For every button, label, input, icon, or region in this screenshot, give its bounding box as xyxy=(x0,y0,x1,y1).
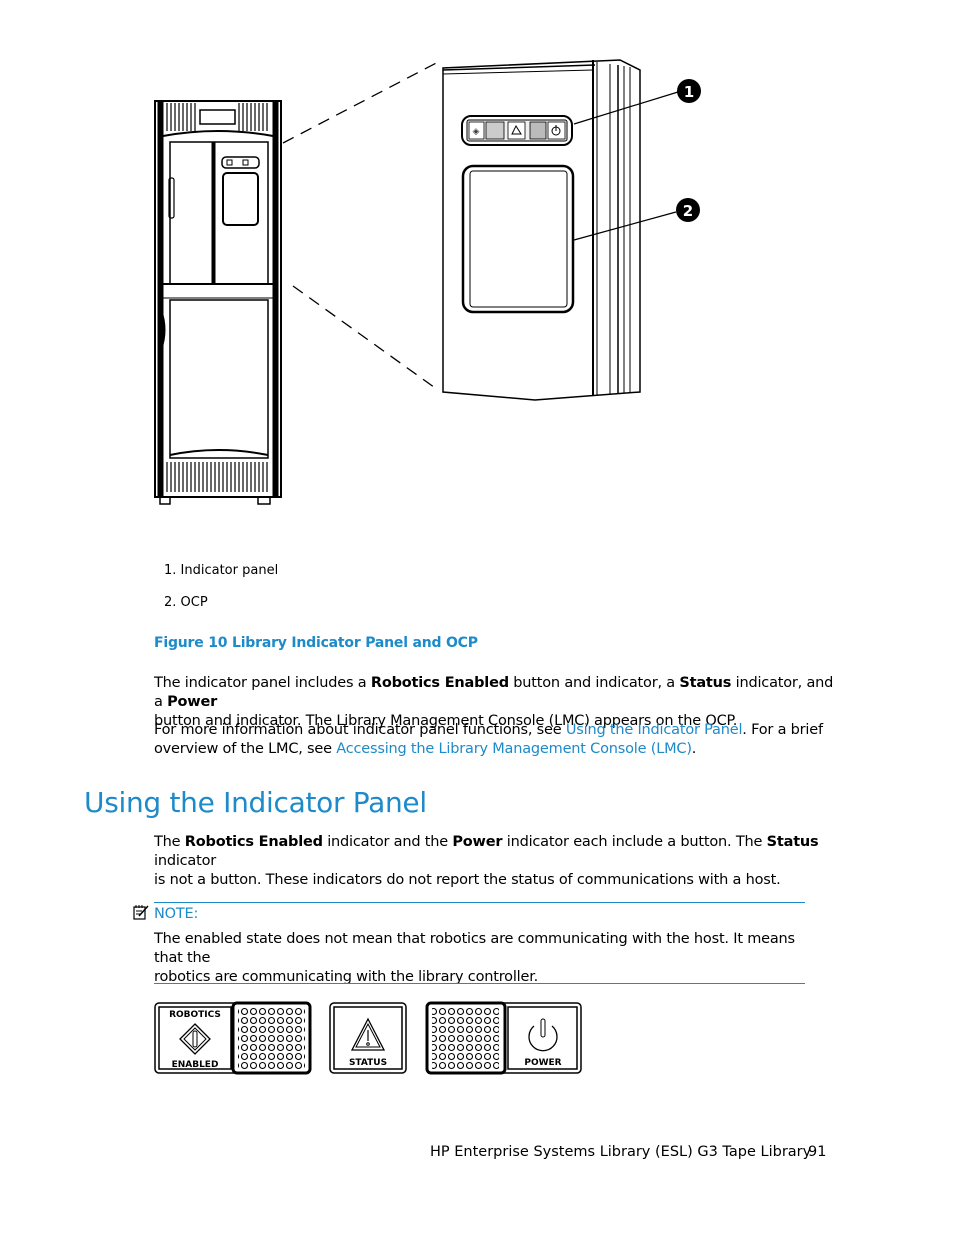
figure-caption: Figure 10 Library Indicator Panel and OC… xyxy=(154,635,478,651)
svg-text:ROBOTICS: ROBOTICS xyxy=(169,1010,221,1020)
text-run: . For a brief xyxy=(742,722,823,738)
text-run: overview of the LMC, see xyxy=(154,741,337,757)
text-run: indicator and the xyxy=(322,834,453,850)
figure-legend-item-1: 1. Indicator panel xyxy=(164,563,279,578)
bold-term-power: Power xyxy=(452,834,503,850)
callout-2-badge: 2 xyxy=(676,198,700,222)
library-figure: ◈ 1 2 xyxy=(154,59,701,505)
callout-1-badge: 1 xyxy=(677,79,701,103)
svg-text:2: 2 xyxy=(683,202,693,220)
ocp-zoom-illustration: ◈ xyxy=(442,59,679,401)
bold-term-status: Status xyxy=(679,675,732,691)
footer-title: HP Enterprise Systems Library (ESL) G3 T… xyxy=(430,1144,812,1160)
bold-term-robotics-enabled: Robotics Enabled xyxy=(370,675,509,691)
section-paragraph: The Robotics Enabled indicator and the P… xyxy=(154,833,844,890)
svg-text:1: 1 xyxy=(684,83,694,101)
svg-text:ENABLED: ENABLED xyxy=(172,1060,219,1070)
text-run: The indicator panel includes a xyxy=(154,675,371,691)
intro-paragraph-2: For more information about indicator pan… xyxy=(154,721,844,759)
text-run: button and indicator, a xyxy=(508,675,680,691)
bold-term-robotics-enabled: Robotics Enabled xyxy=(184,834,323,850)
status-indicator: STATUS xyxy=(329,1002,407,1074)
note-text: The enabled state does not mean that rob… xyxy=(154,930,814,987)
link-using-indicator-panel[interactable]: Using the Indicator Panel xyxy=(566,722,743,738)
text-run: indicator xyxy=(154,853,217,869)
text-run: indicator each include a button. The xyxy=(502,834,767,850)
text-run: is not a button. These indicators do not… xyxy=(154,872,781,888)
text-run: . xyxy=(691,741,697,757)
note-icon xyxy=(133,905,149,920)
bold-term-status: Status xyxy=(766,834,819,850)
robotics-enabled-indicator: ROBOTICS ENABLED xyxy=(154,1001,312,1075)
indicator-panel-illustration: ROBOTICS ENABLED STATUS POWER xyxy=(154,1001,582,1075)
note-top-rule xyxy=(154,902,805,903)
note-label: NOTE: xyxy=(154,906,199,922)
section-heading: Using the Indicator Panel xyxy=(84,786,427,819)
svg-text:◈: ◈ xyxy=(473,127,480,137)
library-cabinet-illustration xyxy=(154,100,282,505)
link-accessing-lmc[interactable]: Accessing the Library Management Console… xyxy=(336,741,692,757)
svg-text:STATUS: STATUS xyxy=(349,1058,387,1068)
note-bottom-rule xyxy=(154,983,805,984)
text-run: For more information about indicator pan… xyxy=(154,722,566,738)
zoom-projection-lines xyxy=(282,59,443,391)
page-number: 91 xyxy=(808,1144,827,1160)
figure-legend-item-2: 2. OCP xyxy=(164,595,208,610)
bold-term-power: Power xyxy=(167,694,218,710)
power-indicator: POWER xyxy=(425,1001,582,1075)
text-run: The enabled state does not mean that rob… xyxy=(154,931,795,966)
svg-text:POWER: POWER xyxy=(524,1058,561,1068)
text-run: The xyxy=(154,834,185,850)
